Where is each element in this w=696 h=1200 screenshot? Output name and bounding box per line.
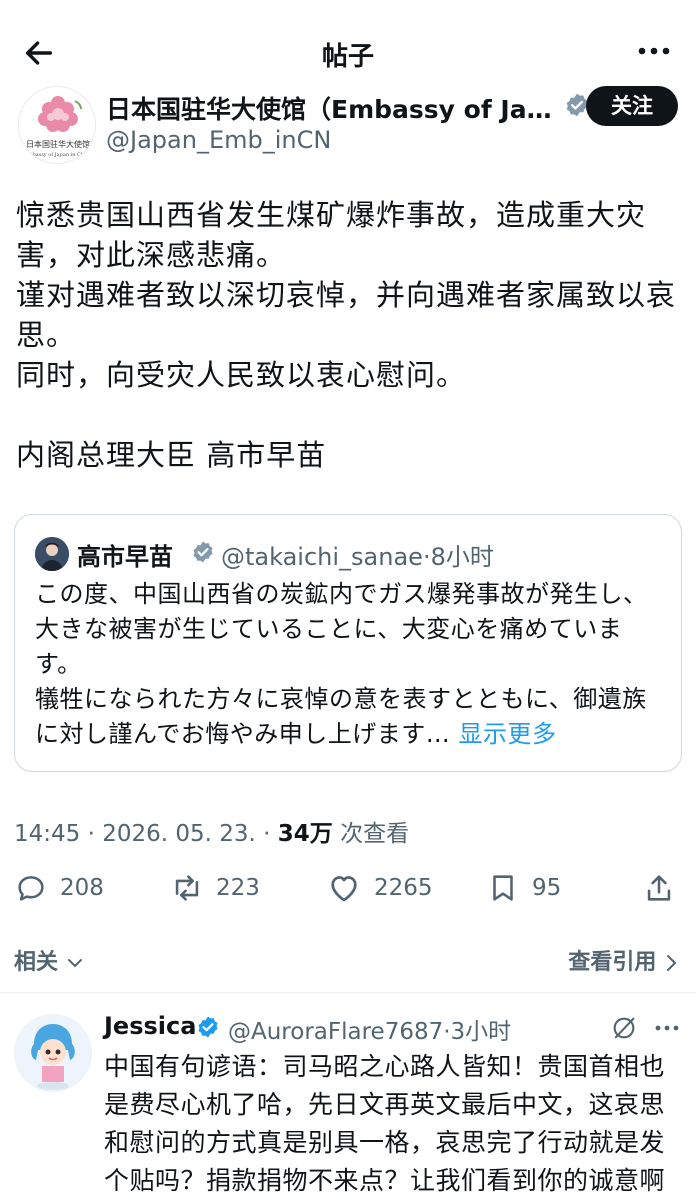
sakura-logo-icon: 日本国驻华大使馆 Embassy of Japan in China	[24, 96, 92, 158]
show-more-link[interactable]: 显示更多	[458, 720, 556, 748]
more-options-icon[interactable]	[634, 36, 674, 66]
reply-post[interactable]: Jessica @AuroraFlare7687·3小时 中国有句谚语：司马昭之…	[0, 1002, 696, 1200]
reply-icon	[18, 876, 44, 901]
quoted-handle-time: @takaichi_sanae·8小时	[221, 543, 494, 571]
bookmark-icon	[493, 875, 513, 901]
verified-badge-icon	[193, 541, 213, 563]
action-bar: 208 223 2265 95	[14, 866, 682, 910]
svg-text:日本国驻华大使馆: 日本国驻华大使馆	[26, 139, 90, 149]
quoted-avatar	[35, 537, 69, 571]
author-handle[interactable]: @Japan_Emb_inCN	[106, 126, 331, 154]
post-meta: 14:45 · 2026. 05. 23. · 34万 次查看	[14, 821, 410, 847]
author-avatar[interactable]: 日本国驻华大使馆 Embassy of Japan in China	[18, 86, 96, 164]
quoted-author-name: 高市早苗	[77, 543, 173, 571]
more-options-icon[interactable]	[652, 1016, 682, 1040]
chevron-down-icon	[67, 959, 82, 968]
person-photo-icon	[35, 537, 69, 571]
post-body: 惊悉贵国山西省发生煤矿爆炸事故，造成重大灾害，对此深感悲痛。 谨对遇难者致以深切…	[16, 198, 677, 472]
page-title: 帖子	[321, 42, 374, 72]
reply-avatar[interactable]	[14, 1014, 92, 1092]
view-count: 34万	[277, 821, 333, 847]
share-icon	[647, 875, 671, 901]
heart-icon	[331, 876, 357, 902]
reply-button[interactable]: 208	[14, 866, 104, 910]
svg-text:Embassy of Japan in China: Embassy of Japan in China	[24, 152, 92, 158]
top-bar: 帖子	[0, 0, 696, 90]
like-button[interactable]: 2265	[326, 866, 433, 910]
bookmark-button[interactable]: 95	[486, 866, 561, 910]
share-button[interactable]	[642, 866, 676, 910]
grok-icon[interactable]	[610, 1014, 638, 1042]
retweet-icon	[175, 875, 199, 901]
quoted-text: この度、中国山西省の炭鉱内でガス爆発事故が発生し、大きな被害が生じていることに、…	[35, 580, 648, 748]
reply-text: 中国有句谚语：司马昭之心路人皆知！贵国首相也是费尽心机了哈，先日文再英文最后中文…	[104, 1052, 666, 1195]
cartoon-avatar-icon	[14, 1014, 92, 1092]
retweet-button[interactable]: 223	[170, 866, 260, 910]
chevron-right-icon	[667, 955, 677, 971]
follow-button[interactable]: 关注	[586, 86, 678, 126]
post-author: 日本国驻华大使馆 Embassy of Japan in China 日本国驻华…	[18, 80, 678, 164]
view-quotes-link[interactable]: 查看引用	[568, 944, 678, 976]
verified-badge-icon	[198, 1016, 218, 1038]
quoted-post[interactable]: 高市早苗 @takaichi_sanae·8小时 この度、中国山西省の炭鉱内でガ…	[14, 514, 682, 772]
divider	[0, 992, 696, 993]
related-dropdown[interactable]: 相关	[14, 944, 84, 976]
reply-author-name[interactable]: Jessica	[104, 1012, 196, 1040]
author-name[interactable]: 日本国驻华大使馆（Embassy of Japan in China）	[106, 90, 556, 126]
reply-handle-time: @AuroraFlare7687·3小时	[228, 1019, 512, 1045]
